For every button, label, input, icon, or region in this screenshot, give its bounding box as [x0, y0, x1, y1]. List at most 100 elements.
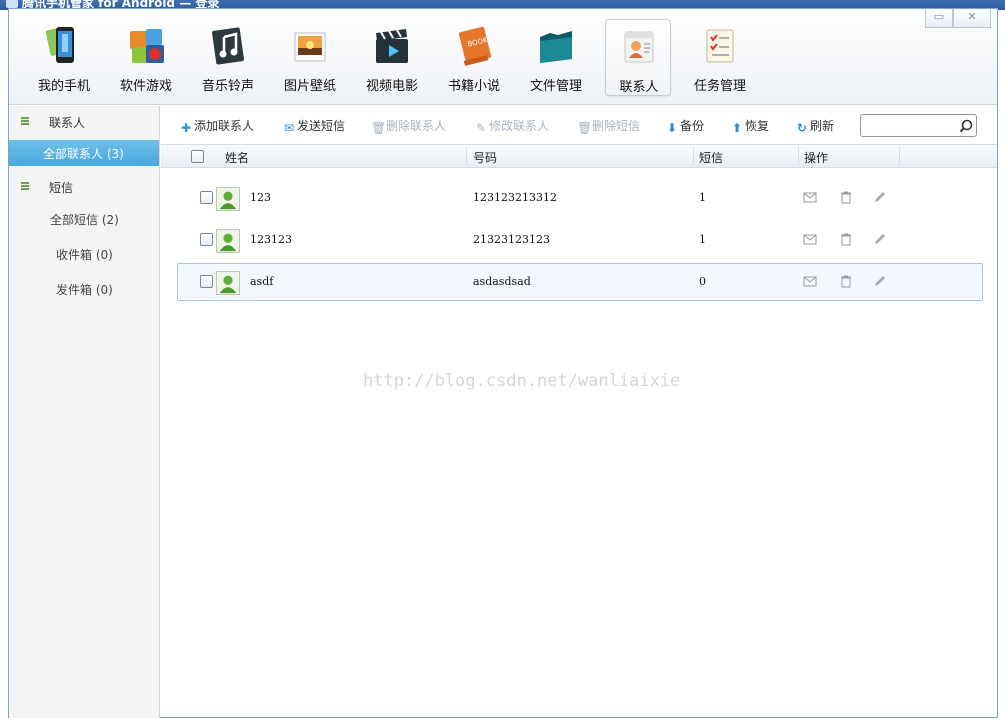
delete-icon[interactable] — [839, 274, 853, 288]
send-sms-label: 发送短信 — [297, 119, 346, 133]
refresh-label: 刷新 — [810, 119, 835, 133]
add-contact-label: 添加联系人 — [194, 119, 255, 133]
watermark: http://blog.csdn.net/wanliaixie — [363, 371, 681, 391]
sidebar-item-all-contacts[interactable]: 全部联系人 (3) — [9, 140, 159, 166]
trash-icon: 🗑 — [371, 121, 387, 135]
nav-video[interactable]: 视频电影 — [359, 19, 425, 97]
contact-number: 123123213312 — [473, 191, 557, 204]
sidebar-group-contacts[interactable]: 联系人 — [9, 110, 159, 134]
nav-wallpaper[interactable]: 图片壁纸 — [277, 19, 343, 97]
nav-apps-games[interactable]: 软件游戏 — [113, 19, 179, 97]
edit-icon[interactable] — [873, 232, 887, 246]
sidebar-group-label: 短信 — [49, 181, 74, 195]
sidebar-group-sms[interactable]: 短信 — [9, 175, 159, 199]
column-header-name[interactable]: 姓名 — [225, 149, 249, 166]
contact-name: 123123 — [250, 233, 292, 246]
row-checkbox[interactable] — [200, 233, 213, 246]
music-icon — [212, 27, 244, 65]
nav-label: 联系人 — [619, 80, 659, 95]
toolbar: ✚ 添加联系人 ✉ 发送短信 🗑删除联系人 ✎ 修改联系人 🗑删除短信 ⬇ 备份 ⬆ 恢复… — [161, 106, 997, 144]
send-sms-icon[interactable] — [803, 190, 817, 204]
nav-books[interactable]: BOOK 书籍小说 — [441, 19, 507, 97]
table-row[interactable]: 123 123123213312 1 — [177, 179, 983, 217]
nav-label: 书籍小说 — [447, 79, 500, 94]
sidebar-item-label: 全部短信 (2) — [50, 213, 119, 227]
restore-button[interactable]: ⬆ 恢复 — [730, 117, 769, 135]
column-header-actions: 操作 — [804, 151, 829, 165]
column-divider — [693, 147, 694, 165]
video-icon — [376, 29, 408, 63]
nav-label: 软件游戏 — [119, 79, 172, 94]
send-sms-icon[interactable] — [803, 232, 817, 246]
main-panel: ✚ 添加联系人 ✉ 发送短信 🗑删除联系人 ✎ 修改联系人 🗑删除短信 ⬇ 备份 ⬆ 恢复… — [161, 106, 997, 718]
wallpaper-icon — [294, 32, 326, 62]
delete-sms-label: 删除短信 — [592, 119, 641, 133]
tasks-icon — [706, 29, 734, 63]
envelope-icon: ✉ — [283, 121, 295, 135]
contacts-icon — [624, 31, 654, 63]
table-row[interactable]: 123123 21323123123 1 — [177, 221, 983, 259]
table-row[interactable]: asdf asdasdsad 0 — [177, 263, 983, 301]
column-divider — [899, 147, 900, 165]
table-header: 姓名 号码 短信 操作 — [161, 144, 997, 168]
nav-label: 文件管理 — [529, 79, 582, 94]
contact-name: asdf — [250, 275, 274, 288]
nav-label: 我的手机 — [37, 79, 90, 94]
refresh-button[interactable]: ↻ 刷新 — [795, 117, 834, 135]
contact-sms-count: 0 — [699, 275, 706, 288]
contact-avatar-icon — [216, 271, 240, 295]
contact-sms-count: 1 — [699, 191, 706, 204]
edit-icon[interactable] — [873, 274, 887, 288]
column-header-sms[interactable]: 短信 — [699, 149, 723, 166]
delete-contact-button[interactable]: 🗑删除联系人 — [371, 117, 446, 135]
sidebar-item-all-sms[interactable]: 全部短信 (2) — [9, 206, 159, 232]
minimize-button[interactable]: ▭ — [925, 9, 953, 28]
book-icon: BOOK — [458, 26, 492, 66]
delete-icon[interactable] — [839, 190, 853, 204]
delete-contact-label: 删除联系人 — [386, 119, 447, 133]
plus-icon: ✚ — [180, 121, 192, 135]
contact-sms-count: 1 — [699, 233, 706, 246]
contact-avatar-icon — [216, 187, 240, 211]
delete-sms-button[interactable]: 🗑删除短信 — [577, 117, 640, 135]
row-checkbox[interactable] — [200, 191, 213, 204]
edit-contact-button[interactable]: ✎ 修改联系人 — [474, 117, 549, 135]
sidebar: 联系人 全部联系人 (3) 短信 全部短信 (2) 收件箱 (0) 发件箱 (0… — [9, 106, 160, 718]
select-all-checkbox[interactable] — [191, 150, 204, 163]
arrow-up-icon: ⬆ — [731, 121, 743, 135]
app-window: ▭ ✕ 我的手机 软件游戏 音乐铃声 图片壁纸 视频电影 BOOK 书籍小说 文… — [8, 8, 998, 718]
add-contact-button[interactable]: ✚ 添加联系人 — [179, 117, 254, 135]
delete-icon[interactable] — [839, 232, 853, 246]
column-divider — [798, 147, 799, 165]
nav-contacts[interactable]: 联系人 — [605, 19, 671, 96]
row-checkbox[interactable] — [200, 275, 213, 288]
sidebar-item-label: 全部联系人 (3) — [43, 147, 124, 161]
list-icon — [21, 182, 29, 191]
nav-label: 任务管理 — [693, 79, 746, 94]
sidebar-item-inbox[interactable]: 收件箱 (0) — [9, 241, 159, 267]
send-sms-button[interactable]: ✉ 发送短信 — [282, 117, 345, 135]
backup-label: 备份 — [680, 119, 705, 133]
sidebar-group-label: 联系人 — [49, 116, 86, 130]
top-nav-bar: ▭ ✕ 我的手机 软件游戏 音乐铃声 图片壁纸 视频电影 BOOK 书籍小说 文… — [9, 9, 997, 105]
backup-button[interactable]: ⬇ 备份 — [665, 117, 704, 135]
restore-label: 恢复 — [745, 119, 770, 133]
contact-number: 21323123123 — [473, 233, 550, 246]
phone-icon — [45, 27, 74, 63]
edit-contact-label: 修改联系人 — [489, 119, 550, 133]
nav-my-phone[interactable]: 我的手机 — [31, 19, 97, 97]
search-icon[interactable] — [959, 119, 973, 133]
column-header-number[interactable]: 号码 — [473, 149, 497, 166]
nav-label: 音乐铃声 — [201, 79, 254, 94]
sidebar-item-outbox[interactable]: 发件箱 (0) — [9, 276, 159, 302]
nav-music[interactable]: 音乐铃声 — [195, 19, 261, 97]
apps-games-icon — [130, 29, 164, 63]
send-sms-icon[interactable] — [803, 274, 817, 288]
close-button[interactable]: ✕ — [953, 9, 991, 28]
folder-icon — [540, 31, 572, 63]
list-icon — [21, 117, 29, 126]
nav-task-manager[interactable]: 任务管理 — [687, 19, 753, 97]
nav-file-manager[interactable]: 文件管理 — [523, 19, 589, 97]
contact-name: 123 — [250, 191, 271, 204]
edit-icon[interactable] — [873, 190, 887, 204]
